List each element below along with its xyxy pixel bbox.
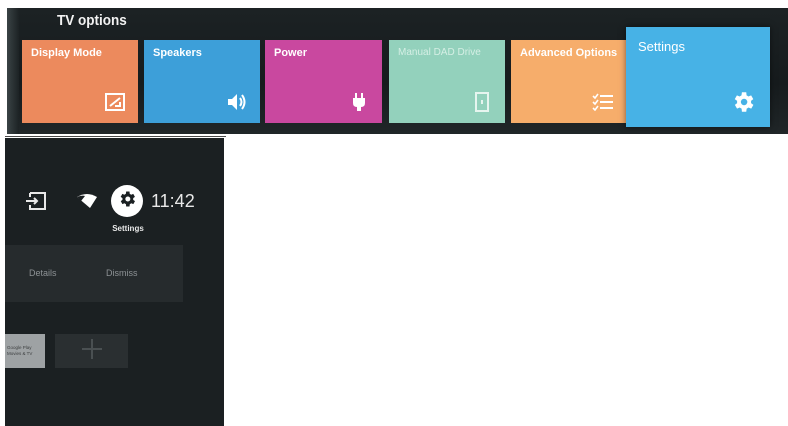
add-app-button[interactable] xyxy=(55,334,128,368)
app-tile-label-line2: Movies & TV xyxy=(7,351,33,356)
tile-speakers[interactable]: Speakers xyxy=(144,40,260,123)
notification-card: Details Dismiss xyxy=(5,245,183,302)
tile-display-mode[interactable]: Display Mode xyxy=(22,40,138,123)
tile-advanced-options[interactable]: Advanced Options xyxy=(511,40,626,123)
app-tile-google-play-movies[interactable]: Google Play Movies & TV xyxy=(5,334,45,368)
tile-settings[interactable]: Settings xyxy=(626,27,770,127)
input-source-icon[interactable] xyxy=(25,192,47,210)
tile-power[interactable]: Power xyxy=(265,40,382,123)
panel-icon xyxy=(471,91,493,113)
plug-icon xyxy=(348,91,370,113)
speaker-icon xyxy=(226,91,248,113)
picture-frame-icon xyxy=(104,91,126,113)
tile-label: Manual DAD Drive xyxy=(398,47,481,58)
plus-icon xyxy=(80,337,104,366)
tile-label: Speakers xyxy=(153,47,202,59)
tv-options-panel: TV options Display Mode Speakers Power M… xyxy=(7,8,788,134)
dismiss-button[interactable]: Dismiss xyxy=(106,268,138,278)
list-settings-icon xyxy=(592,91,614,113)
gear-icon xyxy=(117,189,137,214)
settings-caption: Settings xyxy=(112,224,144,233)
home-screen-panel: Settings 11:42 Details Dismiss Google Pl… xyxy=(5,138,224,426)
tile-manual-dad-drive[interactable]: Manual DAD Drive xyxy=(389,40,505,123)
tile-label: Settings xyxy=(638,39,685,54)
tile-label: Display Mode xyxy=(31,47,102,59)
wifi-icon[interactable] xyxy=(76,193,98,211)
details-button[interactable]: Details xyxy=(29,268,57,278)
clock: 11:42 xyxy=(151,191,195,211)
tv-options-title: TV options xyxy=(57,12,127,29)
settings-button[interactable] xyxy=(111,185,143,217)
tile-label: Advanced Options xyxy=(520,47,617,59)
tile-label: Power xyxy=(274,47,308,59)
gear-icon xyxy=(730,89,756,115)
divider xyxy=(5,136,226,137)
